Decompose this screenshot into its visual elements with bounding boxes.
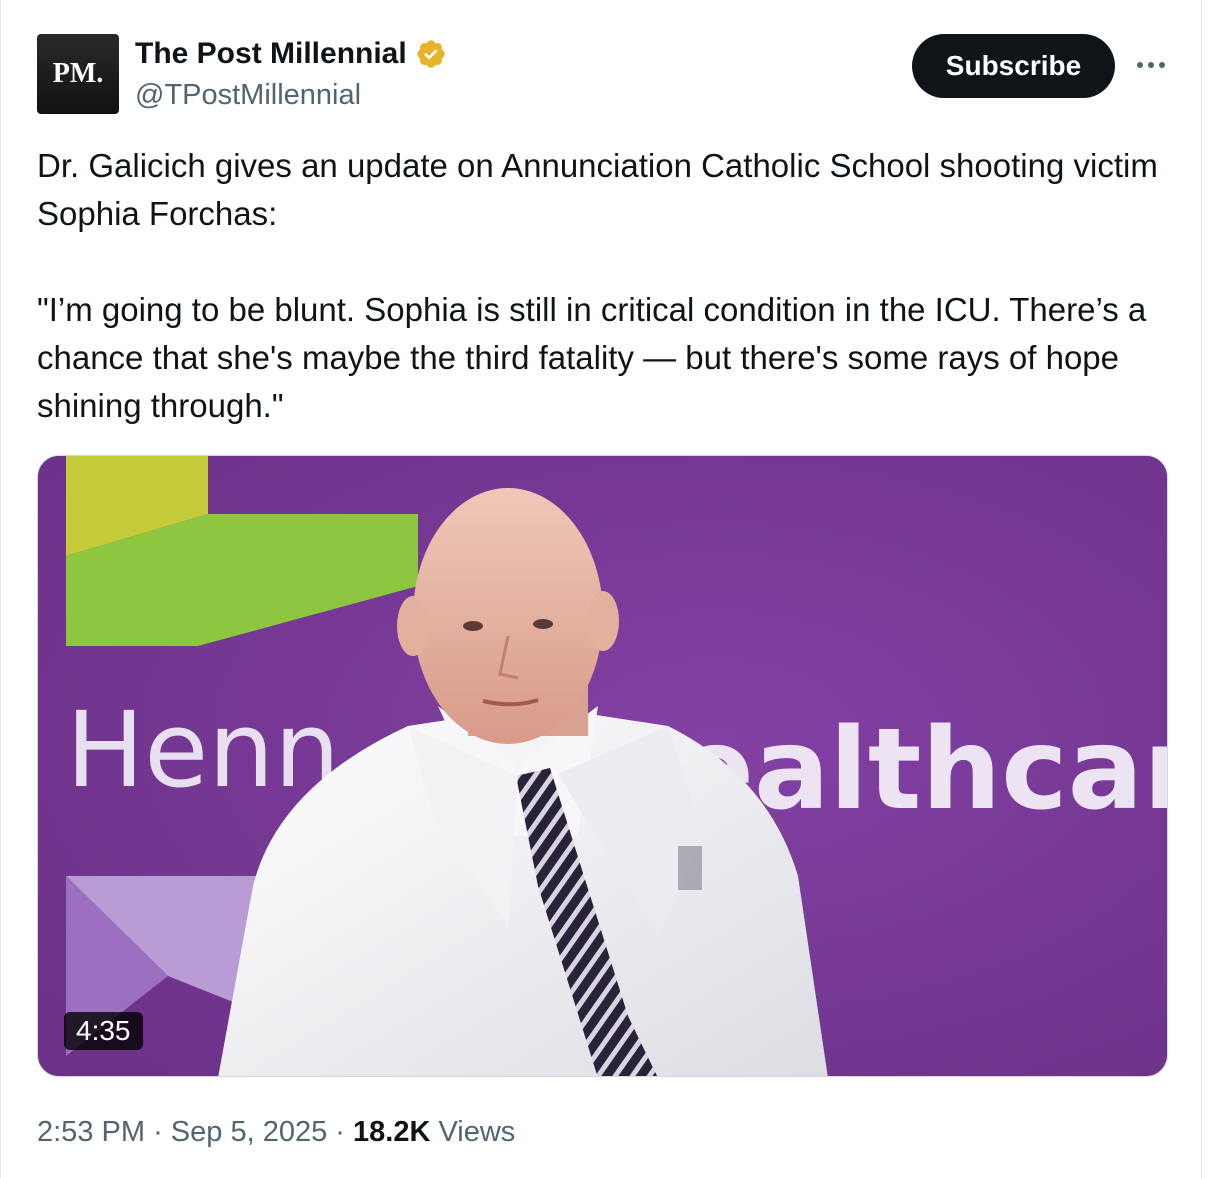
subscribe-button[interactable]: Subscribe [912,34,1115,98]
tweet-time[interactable]: 2:53 PM [37,1116,145,1148]
more-dot [1159,62,1165,68]
avatar-logo-text: PM. [52,58,104,89]
video-player[interactable]: Henn ealthcare 4:35 [37,455,1168,1077]
more-dot [1148,62,1154,68]
tweet-date[interactable]: Sep 5, 2025 [171,1116,327,1148]
meta-separator: · [335,1116,345,1148]
video-duration-badge: 4:35 [64,1012,143,1050]
video-thumbnail: Henn ealthcare [38,456,1167,1076]
tweet-paragraph-1: Dr. Galicich gives an update on Annuncia… [37,147,1158,232]
backdrop-text-left: Henn [66,689,340,811]
views-label: Views [438,1116,516,1148]
author-name-row: The Post Millennial [135,36,447,72]
more-options-icon[interactable] [1131,50,1171,80]
meta-separator: · [153,1116,163,1148]
tweet-paragraph-2: "I’m going to be blunt. Sophia is still … [37,291,1147,424]
avatar[interactable]: PM. [37,34,119,114]
tweet-meta: 2:53 PM · Sep 5, 2025 · 18.2K Views [37,1114,515,1150]
views-count: 18.2K [353,1116,431,1148]
tweet-text: Dr. Galicich gives an update on Annuncia… [37,142,1167,430]
verified-badge-icon[interactable] [415,38,447,70]
more-dot [1137,62,1143,68]
author-display-name[interactable]: The Post Millennial [135,36,407,72]
tweet-card: PM. The Post Millennial @TPostMillennial… [0,0,1202,1178]
author-handle[interactable]: @TPostMillennial [135,78,361,112]
